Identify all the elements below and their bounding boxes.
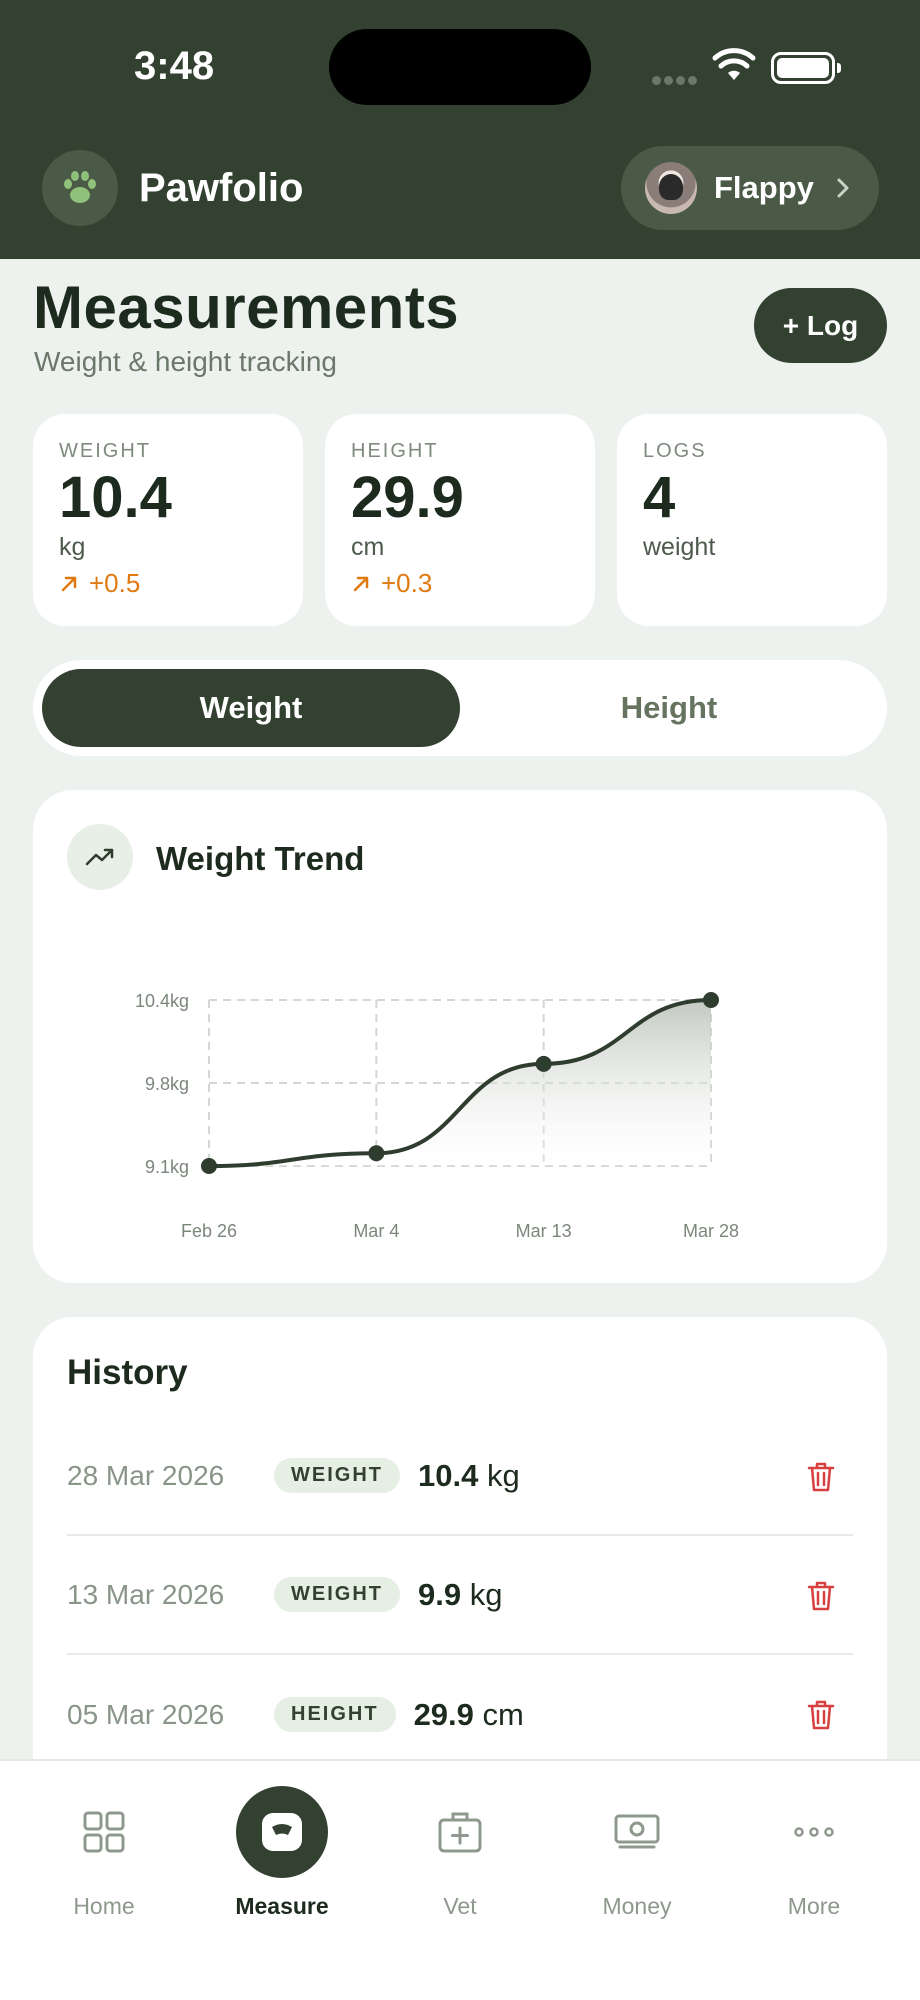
add-log-button[interactable]: + Log	[754, 288, 887, 363]
stat-unit: cm	[351, 533, 385, 561]
nav-icon-wrap	[591, 1786, 683, 1878]
grid-icon	[83, 1811, 125, 1853]
stat-value: 10.4	[59, 465, 172, 530]
stat-delta-value: +0.3	[381, 568, 433, 598]
status-time: 3:48	[134, 44, 215, 88]
stat-delta: +0.5	[59, 568, 277, 599]
history-row: 13 Mar 2026 WEIGHT 9.9 kg	[67, 1536, 853, 1655]
history-value-number: 10.4	[418, 1457, 479, 1493]
banknote-icon	[614, 1814, 660, 1849]
nav-icon-wrap	[58, 1786, 150, 1878]
history-value-number: 9.9	[418, 1576, 462, 1612]
x-tick-label: Mar 28	[683, 1221, 739, 1241]
more-icon	[794, 1827, 834, 1837]
trash-icon[interactable]	[807, 1461, 835, 1493]
nav-label: More	[787, 1893, 841, 1919]
app-header: 3:48 Pawfolio Flappy	[0, 0, 920, 259]
trash-icon[interactable]	[807, 1580, 835, 1612]
x-tick-label: Feb 26	[181, 1221, 237, 1241]
history-date: 05 Mar 2026	[67, 1698, 225, 1730]
chevron-right-icon	[837, 178, 849, 198]
trash-icon[interactable]	[807, 1699, 835, 1731]
y-tick-label: 10.4kg	[135, 991, 189, 1011]
app-logo	[42, 150, 118, 226]
history-value-unit: kg	[486, 1457, 520, 1493]
history-value-unit: kg	[469, 1576, 503, 1612]
y-tick-label: 9.8kg	[145, 1074, 189, 1094]
history-title: History	[67, 1353, 188, 1392]
dynamic-island	[329, 29, 591, 105]
bottom-navigation: Home Measure Vet Money More	[0, 1759, 920, 2000]
data-point	[535, 1055, 552, 1072]
measurement-type-toggle: Weight Height	[33, 660, 887, 756]
weight-trend-card: Weight Trend 10.4kg 9.8kg 9.1kg Feb 26 Mar 4…	[33, 790, 887, 1283]
nav-vet[interactable]: Vet	[368, 1761, 552, 1961]
history-value-number: 29.9	[413, 1696, 474, 1732]
segment-weight[interactable]: Weight	[42, 669, 460, 747]
nav-icon-wrap	[414, 1786, 506, 1878]
stat-label: LOGS	[643, 440, 707, 462]
history-date: 28 Mar 2026	[67, 1459, 225, 1491]
history-value-unit: cm	[482, 1696, 524, 1732]
pet-name: Flappy	[714, 170, 814, 205]
pet-avatar	[645, 162, 697, 214]
nav-label: Measure	[235, 1893, 329, 1919]
wifi-icon	[712, 48, 756, 80]
weight-trend-chart: 10.4kg 9.8kg 9.1kg Feb 26 Mar 4 Mar 13 Mar 28	[135, 991, 739, 1241]
y-tick-label: 9.1kg	[145, 1157, 189, 1177]
cellular-signal-icon	[652, 72, 700, 90]
height-stat-card: HEIGHT 29.9 cm +0.3	[325, 414, 595, 626]
app-title: Pawfolio	[139, 166, 304, 210]
nav-home[interactable]: Home	[12, 1761, 196, 1961]
stat-unit: kg	[59, 533, 86, 561]
medical-kit-icon	[438, 1812, 482, 1853]
history-row: 28 Mar 2026 WEIGHT 10.4 kg	[67, 1417, 853, 1536]
history-value: 9.9 kg	[418, 1577, 502, 1613]
nav-icon-wrap	[768, 1786, 860, 1878]
history-type-badge: WEIGHT	[274, 1458, 400, 1493]
data-point	[703, 992, 719, 1008]
stat-label: HEIGHT	[351, 440, 439, 462]
arrow-up-right-icon	[61, 576, 77, 591]
stat-value: 4	[643, 465, 676, 530]
history-type-badge: HEIGHT	[274, 1697, 396, 1732]
nav-icon-wrap	[236, 1786, 328, 1878]
nav-label: Money	[602, 1893, 672, 1919]
paw-icon	[64, 171, 96, 203]
stat-unit: weight	[643, 533, 716, 561]
arrow-up-right-icon	[353, 576, 369, 591]
battery-icon	[771, 52, 841, 84]
history-value: 29.9 cm	[414, 1697, 524, 1733]
page-subtitle: Weight & height tracking	[34, 346, 337, 377]
weight-stat-card: WEIGHT 10.4 kg +0.5	[33, 414, 303, 626]
stat-label: WEIGHT	[59, 440, 151, 462]
x-tick-label: Mar 4	[353, 1221, 399, 1241]
stat-value: 29.9	[351, 465, 464, 530]
x-tick-label: Mar 13	[516, 1221, 572, 1241]
history-type-badge: WEIGHT	[274, 1577, 400, 1612]
logs-stat-card: LOGS 4 weight	[617, 414, 887, 626]
pet-selector-button[interactable]: Flappy	[621, 146, 879, 230]
history-date: 13 Mar 2026	[67, 1578, 225, 1610]
history-row: 05 Mar 2026 HEIGHT 29.9 cm	[67, 1655, 853, 1774]
stat-delta-value: +0.5	[89, 568, 141, 598]
nav-money[interactable]: Money	[545, 1761, 729, 1961]
scale-icon	[262, 1813, 302, 1851]
nav-label: Vet	[443, 1893, 477, 1919]
history-value: 10.4 kg	[418, 1458, 520, 1494]
nav-more[interactable]: More	[722, 1761, 906, 1961]
stat-delta: +0.3	[351, 568, 569, 599]
nav-measure[interactable]: Measure	[190, 1761, 374, 1961]
data-point	[368, 1145, 385, 1162]
data-point	[201, 1158, 217, 1174]
nav-label: Home	[73, 1893, 135, 1919]
segment-height[interactable]: Height	[460, 669, 878, 747]
page-title: Measurements	[33, 274, 460, 341]
